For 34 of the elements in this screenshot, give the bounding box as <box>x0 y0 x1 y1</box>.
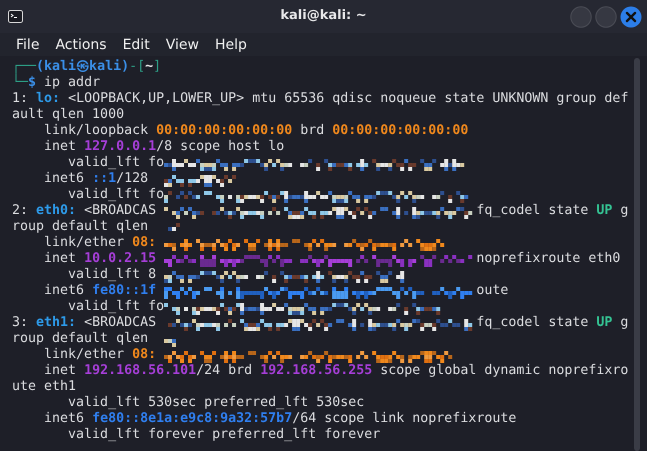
menu-item[interactable]: Actions <box>49 36 113 52</box>
terminal-line: valid_lft 8 <box>67 267 158 283</box>
terminal-line: valid_lft fo <box>67 299 166 315</box>
terminal-line: roup default qlen <box>12 219 150 235</box>
terminal-line: fq_codel state UP g <box>476 315 628 331</box>
menu-item[interactable]: Help <box>208 36 253 52</box>
terminal-line: inet 10.0.2.15 <box>43 251 158 267</box>
terminal-line: link/ether 08: <box>43 347 158 363</box>
terminal-line: └─$ ip addr <box>12 75 102 91</box>
terminal-line: inet6 fe80::8e1a:e9c8:9a32:57b7/64 scope link noprefixroute <box>43 411 518 427</box>
terminal-line: link/loopback 00:00:00:00:00:00 brd 00:00:00:00:00:00 <box>43 123 470 139</box>
menu-item[interactable]: File <box>10 36 46 52</box>
window-title: kali@kali: ~ <box>280 8 367 23</box>
terminal-line: 1: lo: <LOOPBACK,UP,LOWER_UP> mtu 65536 qdisc noqueue state UNKNOWN group def <box>12 91 628 107</box>
terminal-line: oute <box>476 283 510 299</box>
terminal-line: link/ether 08: <box>43 235 158 251</box>
menu-item[interactable]: View <box>160 36 205 52</box>
terminal-line: inet6 ::1/128 <box>43 171 150 187</box>
terminal-line: ute eth1 <box>12 379 78 395</box>
terminal-line: valid_lft 530sec preferred_lft 530sec <box>67 395 366 411</box>
terminal-line: valid_lft fo <box>67 155 166 171</box>
terminal-line: inet 127.0.0.1/8 scope host lo <box>43 139 286 155</box>
terminal-line: valid_lft forever preferred_lft forever <box>67 427 382 443</box>
menu-item[interactable]: Edit <box>116 36 156 52</box>
terminal-line: ┌──(kali㉿kali)-[~] <box>12 59 162 74</box>
terminal-line: inet6 fe80::1f <box>43 283 158 299</box>
terminal-line: inet 192.168.56.101/24 brd 192.168.56.255 scope global dynamic noprefixro <box>43 363 628 379</box>
terminal-line: 3: eth1: <BROADCAS <box>12 315 158 331</box>
terminal-line: ault qlen 1000 <box>12 107 126 123</box>
terminal-line: fq_codel state UP g <box>476 203 628 219</box>
terminal-line: noprefixroute eth0 <box>476 251 622 267</box>
terminal-line: 2: eth0: <BROADCAS <box>12 203 158 219</box>
terminal-line: valid_lft fo <box>67 187 166 203</box>
terminal-line: roup default qlen <box>12 331 150 347</box>
